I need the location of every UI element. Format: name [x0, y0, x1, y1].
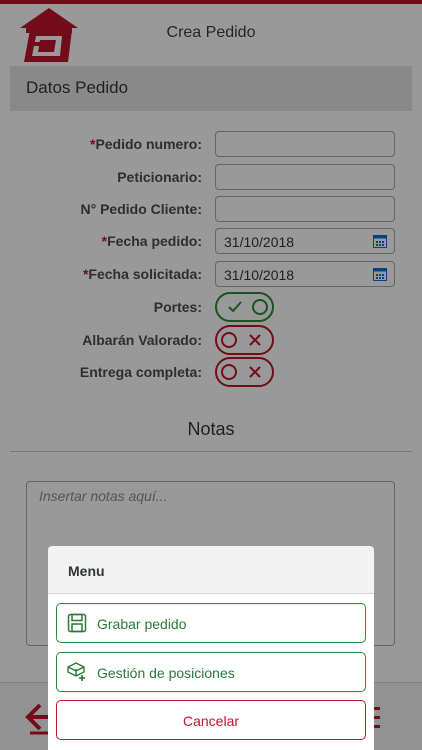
action-sheet-title: Menu	[68, 563, 105, 579]
save-order-label: Grabar pedido	[97, 616, 187, 632]
manage-positions-button[interactable]: Gestión de posiciones	[56, 652, 366, 692]
manage-positions-label: Gestión de posiciones	[97, 665, 235, 681]
save-icon	[67, 613, 87, 633]
save-order-button[interactable]: Grabar pedido	[56, 603, 366, 643]
cube-add-icon	[67, 662, 87, 682]
cancel-label: Cancelar	[182, 713, 240, 729]
action-sheet-header: Menu	[48, 546, 374, 594]
cancel-button[interactable]: Cancelar	[56, 700, 366, 740]
action-sheet: Menu Grabar pedido Gestión de posiciones…	[48, 546, 374, 750]
action-sheet-body: Grabar pedido Gestión de posiciones Canc…	[48, 594, 374, 750]
